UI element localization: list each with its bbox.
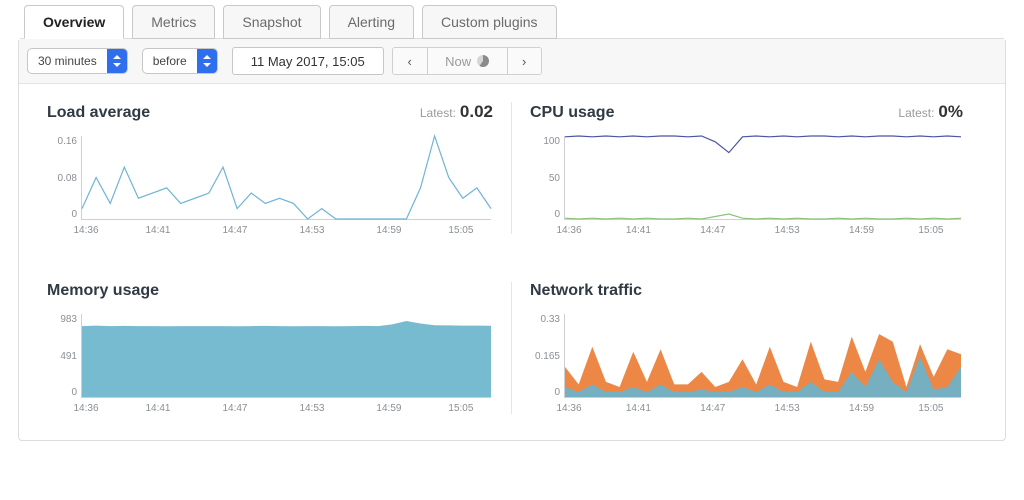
chart-net: Network traffic 0.330.1650 14:3614:4114:47… — [512, 282, 981, 414]
plot-area — [81, 136, 491, 220]
x-axis: 14:3614:4114:4714:5314:5915:05 — [81, 403, 491, 414]
series-idle — [565, 136, 961, 153]
tab-metrics[interactable]: Metrics — [132, 5, 215, 39]
series-out — [565, 334, 961, 397]
plot-area — [564, 314, 961, 398]
chart-title: CPU usage — [530, 104, 614, 122]
tab-custom-plugins[interactable]: Custom plugins — [422, 5, 557, 39]
loading-icon — [477, 55, 489, 67]
time-toolbar: 30 minutes before 11 May 2017, 15:05 ‹ N… — [19, 39, 1005, 84]
charts-grid: Load average Latest:0.02 0.160.080 14:3614:… — [19, 84, 1005, 440]
y-axis: 9834910 — [47, 314, 77, 398]
datetime-display[interactable]: 11 May 2017, 15:05 — [232, 47, 384, 75]
series-load1 — [82, 136, 491, 219]
prev-button[interactable]: ‹ — [393, 48, 427, 74]
chart-load: Load average Latest:0.02 0.160.080 14:3614:… — [43, 102, 512, 234]
direction-select[interactable]: before — [142, 48, 218, 74]
y-axis: 0.330.1650 — [530, 314, 560, 398]
series-used — [82, 321, 491, 397]
x-axis: 14:3614:4114:4714:5314:5915:05 — [81, 225, 491, 236]
panel: 30 minutes before 11 May 2017, 15:05 ‹ N… — [18, 38, 1006, 441]
x-axis: 14:3614:4114:4714:5314:5915:05 — [564, 225, 961, 236]
chart-title: Load average — [47, 104, 150, 122]
latest-label: Latest:0% — [898, 102, 963, 122]
chevron-left-icon: ‹ — [408, 54, 412, 69]
plot-area — [564, 136, 961, 220]
time-nav: ‹ Now › — [392, 47, 542, 75]
tab-snapshot[interactable]: Snapshot — [223, 5, 320, 39]
tab-overview[interactable]: Overview — [24, 5, 124, 39]
y-axis: 100500 — [530, 136, 560, 220]
now-label: Now — [445, 54, 471, 69]
y-axis: 0.160.080 — [47, 136, 77, 220]
range-select-value: 30 minutes — [28, 49, 107, 73]
chart-cpu: CPU usage Latest:0% 100500 14:3614:4114:471… — [512, 102, 981, 234]
tab-alerting[interactable]: Alerting — [329, 5, 414, 39]
range-select[interactable]: 30 minutes — [27, 48, 128, 74]
series-used — [565, 214, 961, 219]
now-button[interactable]: Now — [427, 48, 507, 74]
direction-select-value: before — [143, 49, 197, 73]
latest-label: Latest:0.02 — [420, 102, 493, 122]
chart-title: Network traffic — [530, 282, 642, 300]
plot-area — [81, 314, 491, 398]
dropdown-stepper-icon — [107, 49, 127, 73]
chart-mem: Memory usage 9834910 14:3614:4114:4714:531… — [43, 282, 512, 414]
x-axis: 14:3614:4114:4714:5314:5915:05 — [564, 403, 961, 414]
dropdown-stepper-icon — [197, 49, 217, 73]
next-button[interactable]: › — [507, 48, 541, 74]
chart-title: Memory usage — [47, 282, 159, 300]
tabs: OverviewMetricsSnapshot AlertingCustom pl… — [0, 0, 1024, 38]
chevron-right-icon: › — [522, 54, 526, 69]
